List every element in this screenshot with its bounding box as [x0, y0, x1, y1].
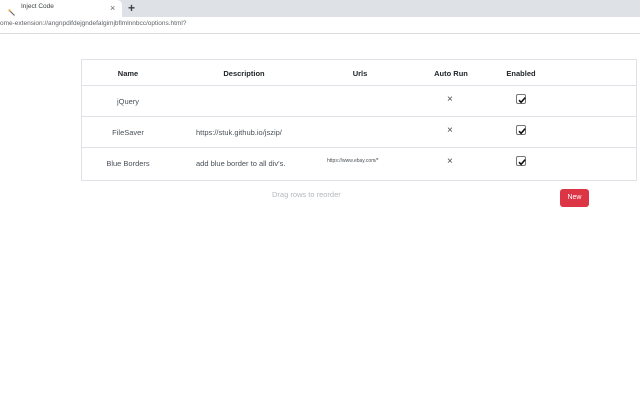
tab-inject-code[interactable]: Inject Code ×: [0, 0, 122, 17]
address-bar[interactable]: ome-extension://angnpdifdejgndefalgimjbf…: [0, 17, 640, 34]
table-row[interactable]: jQuery ×: [82, 86, 636, 117]
auto-run-off-icon[interactable]: ×: [447, 125, 453, 137]
script-description: https://stuk.github.io/jszip/: [196, 128, 282, 137]
header-enabled: Enabled: [506, 69, 536, 78]
syringe-icon: [8, 4, 16, 16]
enabled-checkbox[interactable]: [516, 156, 526, 166]
header-urls: Urls: [352, 69, 368, 78]
close-icon[interactable]: ×: [110, 2, 115, 14]
script-name: FileSaver: [112, 128, 144, 137]
script-description: add blue border to all div's.: [196, 159, 286, 168]
header-description: Description: [223, 69, 265, 78]
table-row[interactable]: Blue Borders add blue border to all div'…: [82, 148, 636, 179]
table-row[interactable]: FileSaver https://stuk.github.io/jszip/ …: [82, 117, 636, 148]
header-auto-run: Auto Run: [434, 69, 468, 78]
script-urls: https://www.ebay.com/*: [327, 158, 379, 164]
script-name: jQuery: [116, 97, 140, 106]
tab-strip: Inject Code × +: [0, 0, 640, 17]
new-tab-button[interactable]: +: [128, 0, 135, 16]
enabled-checkbox[interactable]: [516, 125, 526, 135]
url-text[interactable]: ome-extension://angnpdifdejgndefalgimjbf…: [0, 20, 186, 27]
scripts-table: Name Description Urls Auto Run Enabled j…: [81, 59, 637, 181]
auto-run-off-icon[interactable]: ×: [447, 156, 453, 168]
header-name: Name: [117, 69, 139, 78]
auto-run-off-icon[interactable]: ×: [447, 94, 453, 106]
new-script-button[interactable]: New: [560, 189, 589, 207]
tab-title: Inject Code: [21, 3, 54, 10]
enabled-checkbox[interactable]: [516, 94, 526, 104]
script-name: Blue Borders: [106, 159, 150, 168]
table-header: Name Description Urls Auto Run Enabled: [82, 60, 636, 86]
reorder-hint: Drag rows to reorder: [272, 190, 341, 199]
